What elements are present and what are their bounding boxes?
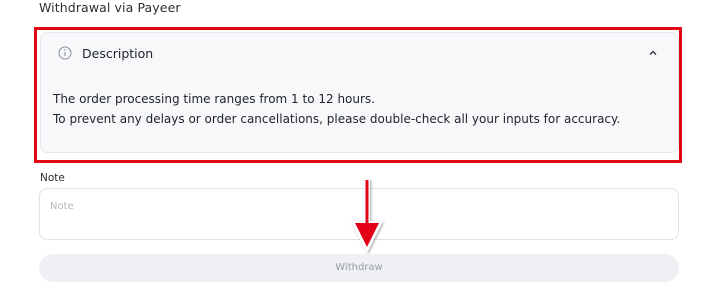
- page-title: Withdrawal via Payeer: [39, 0, 181, 15]
- description-header[interactable]: Description: [41, 33, 678, 73]
- info-icon: [58, 46, 72, 60]
- chevron-up-icon[interactable]: [647, 47, 659, 59]
- note-label: Note: [40, 172, 65, 184]
- note-field[interactable]: [39, 188, 679, 240]
- description-panel: Description The order processing time ra…: [40, 32, 679, 153]
- description-line: To prevent any delays or order cancellat…: [53, 112, 621, 126]
- withdraw-button[interactable]: Withdraw: [39, 254, 679, 282]
- description-line: The order processing time ranges from 1 …: [53, 92, 376, 106]
- description-title: Description: [82, 46, 154, 61]
